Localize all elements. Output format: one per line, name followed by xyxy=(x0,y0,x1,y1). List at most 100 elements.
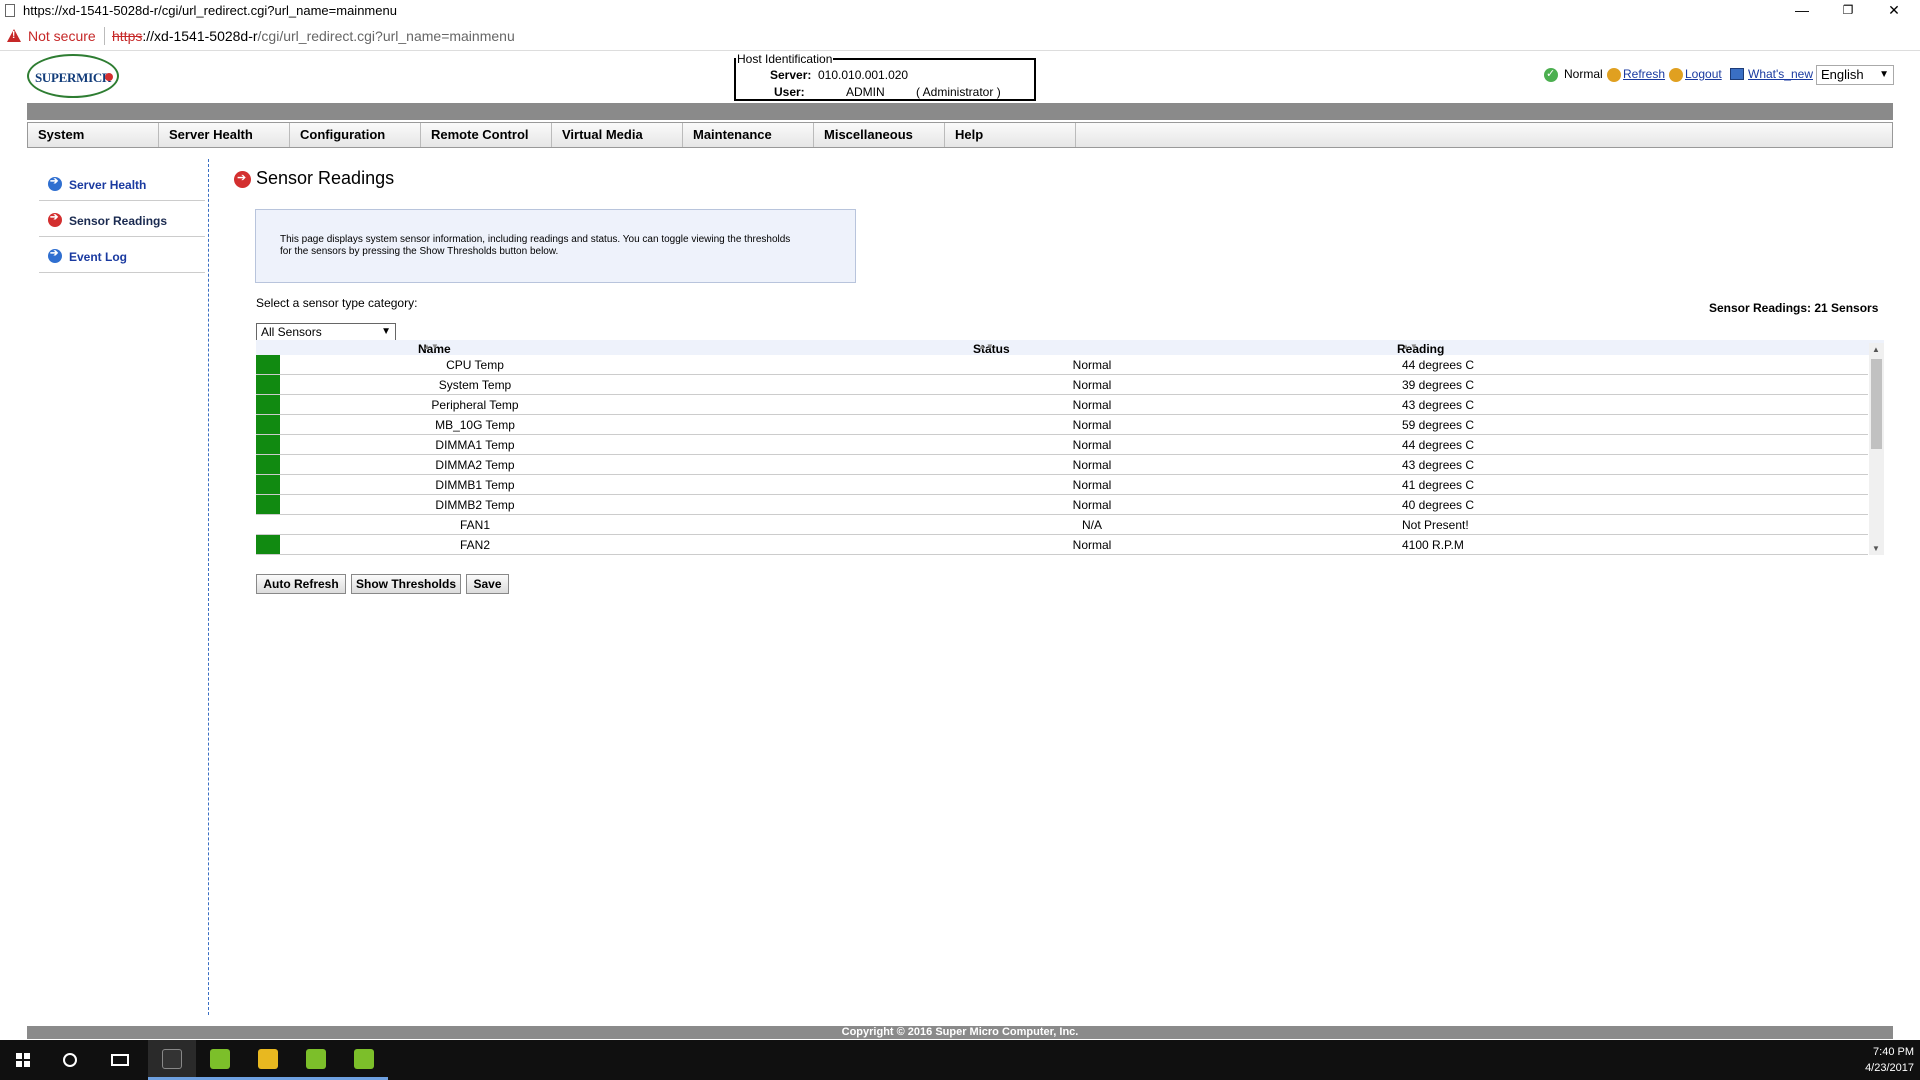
status-indicator xyxy=(256,435,280,454)
status-indicator xyxy=(256,455,280,474)
user-value: ADMIN xyxy=(846,85,885,99)
table-row: FAN2 Normal 4100 R.P.M xyxy=(256,535,1868,555)
sensor-name: CPU Temp xyxy=(446,358,504,372)
supermicro-logo: SUPERMICR xyxy=(27,54,119,98)
chevron-down-icon: ▼ xyxy=(1879,69,1889,80)
sort-icon: ▲▼ xyxy=(1402,342,1418,351)
table-row: DIMMA2 Temp Normal 43 degrees C xyxy=(256,455,1868,475)
sensor-status: Normal xyxy=(1072,438,1112,452)
table-header: Name ▲▼ Status ▲▼ Reading ▲▼ xyxy=(256,340,1884,356)
menu-system[interactable]: System xyxy=(28,123,159,147)
vsphere-app-icon xyxy=(210,1049,230,1069)
status-indicator xyxy=(256,395,280,414)
sensor-name: FAN1 xyxy=(459,518,490,532)
minimize-button[interactable]: — xyxy=(1779,0,1825,22)
taskbar-app-vsphere-3[interactable] xyxy=(340,1040,388,1080)
sidebar-item-event-log[interactable]: Event Log xyxy=(39,238,205,273)
status-indicator xyxy=(256,535,280,554)
close-button[interactable]: ✕ xyxy=(1871,0,1917,22)
menu-server-health[interactable]: Server Health xyxy=(159,123,290,147)
table-scrollbar[interactable]: ▲ ▼ xyxy=(1869,343,1884,555)
sensor-reading: 44 degrees C xyxy=(1402,358,1475,372)
table-row: CPU Temp Normal 44 degrees C xyxy=(256,355,1868,375)
category-select[interactable]: All Sensors ▼ xyxy=(256,323,396,341)
chevron-down-icon: ▼ xyxy=(381,326,391,337)
divider xyxy=(104,27,105,45)
logo-text: SUPERMICR xyxy=(35,70,112,85)
sidebar-item-label: Sensor Readings xyxy=(69,214,168,228)
footer-copyright: Copyright © 2016 Super Micro Computer, I… xyxy=(27,1026,1893,1039)
auto-refresh-button[interactable]: Auto Refresh xyxy=(256,574,346,594)
sensor-name: Peripheral Temp xyxy=(431,398,519,412)
taskbar-app-vsphere-1[interactable] xyxy=(196,1040,244,1080)
taskbar-app-vsphere-2[interactable] xyxy=(292,1040,340,1080)
table-row: FAN1 N/A Not Present! xyxy=(256,515,1868,535)
taskbar: 7:40 PM 4/23/2017 xyxy=(0,1040,1920,1080)
sidebar-item-label: Event Log xyxy=(69,250,128,264)
sensor-name: MB_10G Temp xyxy=(435,418,515,432)
sensor-name: DIMMB2 Temp xyxy=(435,498,515,512)
window-titlebar: https://xd-1541-5028d-r/cgi/url_redirect… xyxy=(0,0,1920,22)
show-thresholds-button[interactable]: Show Thresholds xyxy=(351,574,461,594)
host-identification: Host Identification Server: 010.010.001.… xyxy=(734,52,1036,101)
sensor-status: Normal xyxy=(1072,358,1112,372)
sidebar-item-sensor-readings[interactable]: Sensor Readings xyxy=(39,202,205,237)
status-indicator xyxy=(256,415,280,434)
task-view-icon[interactable] xyxy=(111,1054,129,1066)
scroll-up-icon[interactable]: ▲ xyxy=(1872,345,1880,354)
sensor-name: DIMMA2 Temp xyxy=(435,458,515,472)
url-path: /cgi/url_redirect.cgi?url_name=mainmenu xyxy=(257,28,515,44)
scrollbar-thumb[interactable] xyxy=(1871,359,1882,449)
sensor-name: System Temp xyxy=(438,378,512,392)
taskbar-app-console[interactable] xyxy=(148,1040,196,1080)
refresh-link[interactable]: Refresh xyxy=(1623,67,1665,81)
page-title-arrow-icon xyxy=(234,171,251,188)
warning-icon xyxy=(7,29,21,42)
table-row: DIMMA1 Temp Normal 44 degrees C xyxy=(256,435,1868,455)
category-label: Select a sensor type category: xyxy=(256,296,418,310)
menu-miscellaneous[interactable]: Miscellaneous xyxy=(814,123,945,147)
logout-icon[interactable] xyxy=(1669,68,1683,82)
taskbar-clock[interactable]: 7:40 PM 4/23/2017 xyxy=(1830,1044,1914,1076)
sidebar-item-server-health[interactable]: Server Health xyxy=(39,166,205,201)
arrow-right-icon xyxy=(48,212,62,227)
sensor-count: Sensor Readings: 21 Sensors xyxy=(1709,301,1879,315)
sensor-name: DIMMA1 Temp xyxy=(435,438,515,452)
windows-start-icon[interactable] xyxy=(16,1053,30,1067)
url-scheme: https xyxy=(112,28,143,44)
search-icon[interactable] xyxy=(63,1053,77,1067)
sidebar-item-label: Server Health xyxy=(69,178,147,192)
clock-time: 7:40 PM xyxy=(1873,1046,1914,1058)
whats-new-icon[interactable] xyxy=(1730,68,1744,80)
page-title: Sensor Readings xyxy=(256,168,395,188)
address-bar[interactable]: Not secure https://xd-1541-5028d-r/cgi/u… xyxy=(0,24,1920,51)
sensor-status: Normal xyxy=(1072,458,1112,472)
user-role: ( Administrator ) xyxy=(916,85,1001,99)
header-divider-bar xyxy=(27,103,1893,120)
scroll-down-icon[interactable]: ▼ xyxy=(1872,544,1880,553)
taskbar-app-network[interactable] xyxy=(244,1040,292,1080)
url-host: ://xd-1541-5028d-r xyxy=(142,28,258,44)
sensor-status: Normal xyxy=(1072,498,1112,512)
security-indicator[interactable]: Not secure xyxy=(28,28,96,44)
category-select-value: All Sensors xyxy=(261,325,322,339)
menu-remote-control[interactable]: Remote Control xyxy=(421,123,552,147)
clock-date: 4/23/2017 xyxy=(1865,1062,1914,1074)
restore-button[interactable]: ❐ xyxy=(1825,0,1871,22)
table-row: DIMMB2 Temp Normal 40 degrees C xyxy=(256,495,1868,515)
server-value: 010.010.001.020 xyxy=(818,68,909,82)
language-select[interactable]: English ▼ xyxy=(1816,65,1894,85)
sensor-reading: 59 degrees C xyxy=(1402,418,1475,432)
save-button[interactable]: Save xyxy=(466,574,509,594)
table-row: Peripheral Temp Normal 43 degrees C xyxy=(256,395,1868,415)
whats-new-link[interactable]: What's_new xyxy=(1748,67,1813,81)
url-text[interactable]: https://xd-1541-5028d-r/cgi/url_redirect… xyxy=(112,28,515,44)
menu-maintenance[interactable]: Maintenance xyxy=(683,123,814,147)
menu-help[interactable]: Help xyxy=(945,123,1076,147)
menu-configuration[interactable]: Configuration xyxy=(290,123,421,147)
server-label: Server: xyxy=(770,68,812,82)
network-app-icon xyxy=(258,1049,278,1069)
refresh-icon[interactable] xyxy=(1607,68,1621,82)
logout-link[interactable]: Logout xyxy=(1685,67,1722,81)
menu-virtual-media[interactable]: Virtual Media xyxy=(552,123,683,147)
